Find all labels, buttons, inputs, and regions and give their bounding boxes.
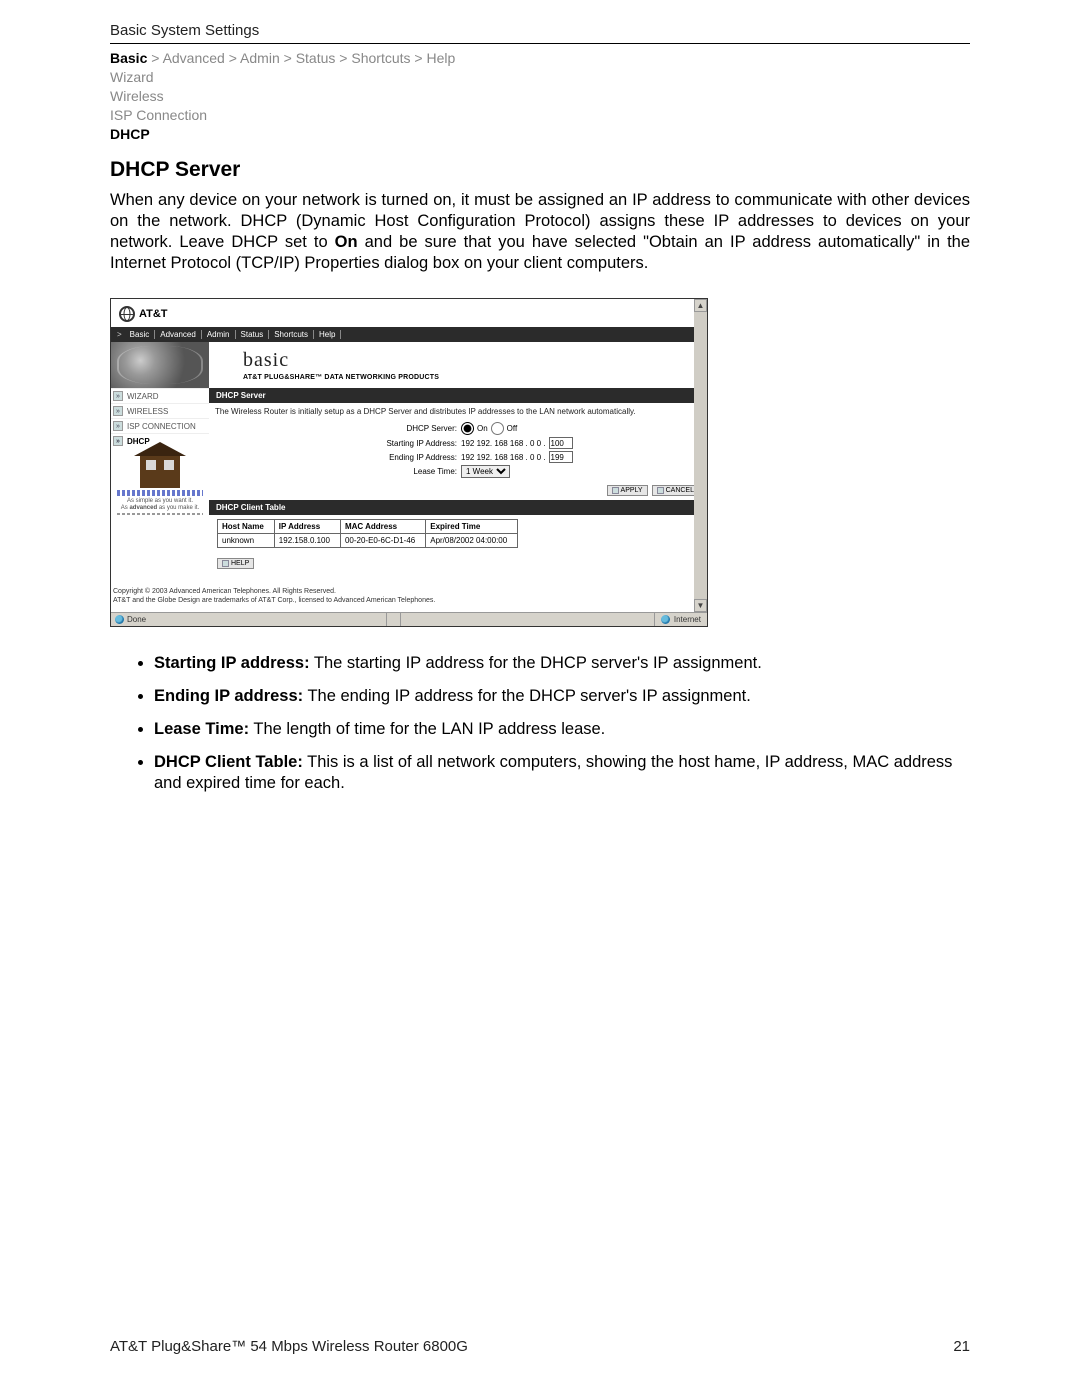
status-text: Done <box>127 615 146 624</box>
brand-text: AT&T <box>139 308 168 320</box>
dhcp-off-radio[interactable] <box>491 422 504 435</box>
dhcp-server-label: DHCP Server: <box>215 424 461 433</box>
zone-text: Internet <box>674 615 701 624</box>
tab-bar: > Basic Advanced Admin Status Shortcuts … <box>111 327 707 342</box>
router-screenshot: AT&T > Basic Advanced Admin Status Short… <box>110 298 708 627</box>
arrow-icon: » <box>113 406 123 416</box>
end-ip-prefix: 192 192. 168 168 . 0 0 . <box>461 453 546 462</box>
end-ip-label: Ending IP Address: <box>215 453 461 462</box>
button-icon <box>222 560 229 567</box>
divider <box>110 43 970 44</box>
scroll-up-button[interactable]: ▲ <box>694 299 707 312</box>
intro-text: When any device on your network is turne… <box>110 190 970 274</box>
crumb-help[interactable]: Help <box>426 50 455 66</box>
ie-icon <box>115 615 124 624</box>
section-heading: DHCP Server <box>110 158 970 182</box>
dhcp-on-text: On <box>477 424 488 433</box>
crumb-basic[interactable]: Basic <box>110 50 147 66</box>
table-row: unknown 192.158.0.100 00-20-E0-6C-D1-46 … <box>218 534 518 548</box>
start-ip-prefix: 192 192. 168 168 . 0 0 . <box>461 439 546 448</box>
cancel-button[interactable]: CANCEL <box>652 485 699 496</box>
copyright: Copyright © 2003 Advanced American Telep… <box>111 578 707 612</box>
button-icon <box>612 487 619 494</box>
page-title: Basic System Settings <box>110 22 970 39</box>
dhcp-server-desc: The Wireless Router is initially setup a… <box>209 403 707 421</box>
bullet-lease-time: Lease Time: The length of time for the L… <box>154 719 970 740</box>
footer-page-number: 21 <box>953 1338 970 1355</box>
subnav-isp-connection[interactable]: ISP Connection <box>110 106 970 125</box>
table-header-row: Host Name IP Address MAC Address Expired… <box>218 520 518 534</box>
nav-isp-connection[interactable]: »ISP CONNECTION <box>111 418 209 433</box>
crumb-status[interactable]: Status <box>296 50 336 66</box>
subnav-wizard[interactable]: Wizard <box>110 68 970 87</box>
left-nav: »WIZARD »WIRELESS »ISP CONNECTION »DHCP <box>111 388 209 448</box>
dhcp-off-text: Off <box>507 424 518 433</box>
apply-button[interactable]: APPLY <box>607 485 648 496</box>
hero-image <box>111 342 209 388</box>
page-footer: AT&T Plug&Share™ 54 Mbps Wireless Router… <box>110 1338 970 1355</box>
tab-advanced[interactable]: Advanced <box>155 330 202 339</box>
decorative-rule <box>117 513 203 515</box>
col-expired-time: Expired Time <box>426 520 518 534</box>
tab-basic[interactable]: Basic <box>125 330 156 339</box>
nav-wireless[interactable]: »WIRELESS <box>111 403 209 418</box>
start-ip-input[interactable] <box>549 437 573 449</box>
col-mac-address: MAC Address <box>340 520 425 534</box>
scroll-down-button[interactable]: ▼ <box>694 599 707 612</box>
arrow-icon: » <box>113 436 123 446</box>
tab-status[interactable]: Status <box>236 330 270 339</box>
bullet-end-ip: Ending IP address: The ending IP address… <box>154 686 970 707</box>
status-bar: Done Internet <box>111 612 707 626</box>
end-ip-input[interactable] <box>549 451 573 463</box>
crumb-admin[interactable]: Admin <box>240 50 280 66</box>
scrollbar[interactable]: ▲ ▼ <box>694 299 707 612</box>
lease-time-label: Lease Time: <box>215 467 461 476</box>
hero-title: basic <box>243 349 707 372</box>
lease-time-select[interactable]: 1 Week <box>461 465 510 478</box>
bullet-start-ip: Starting IP address: The starting IP add… <box>154 653 970 674</box>
crumb-shortcuts[interactable]: Shortcuts <box>351 50 410 66</box>
tagline: As simple as you want it. As advanced as… <box>113 498 207 511</box>
internet-icon <box>661 615 670 624</box>
help-button[interactable]: HELP <box>217 558 254 569</box>
nav-wizard[interactable]: »WIZARD <box>111 388 209 403</box>
dhcp-client-bar: DHCP Client Table <box>209 500 707 515</box>
dhcp-server-bar: DHCP Server <box>209 388 707 403</box>
house-icon <box>140 454 180 488</box>
tab-shortcuts[interactable]: Shortcuts <box>269 330 314 339</box>
crumb-advanced[interactable]: Advanced <box>163 50 225 66</box>
tab-help[interactable]: Help <box>314 330 341 339</box>
button-icon <box>657 487 664 494</box>
globe-icon <box>119 306 135 322</box>
col-host-name: Host Name <box>218 520 275 534</box>
bullet-list: Starting IP address: The starting IP add… <box>154 653 970 795</box>
dhcp-on-radio[interactable] <box>461 422 474 435</box>
footer-product: AT&T Plug&Share™ 54 Mbps Wireless Router… <box>110 1338 468 1355</box>
bullet-client-table: DHCP Client Table: This is a list of all… <box>154 752 970 794</box>
arrow-icon: » <box>113 391 123 401</box>
subnav-wireless[interactable]: Wireless <box>110 87 970 106</box>
start-ip-label: Starting IP Address: <box>215 439 461 448</box>
tab-admin[interactable]: Admin <box>202 330 236 339</box>
breadcrumb: Basic > Advanced > Admin > Status > Shor… <box>110 50 970 66</box>
dhcp-client-table: Host Name IP Address MAC Address Expired… <box>217 519 518 548</box>
subnav-dhcp[interactable]: DHCP <box>110 125 970 144</box>
arrow-icon: » <box>113 421 123 431</box>
subnav: Wizard Wireless ISP Connection DHCP <box>110 68 970 144</box>
col-ip-address: IP Address <box>274 520 340 534</box>
decorative-bars <box>117 490 203 496</box>
hero-subtitle: AT&T PLUG&SHARE™ DATA NETWORKING PRODUCT… <box>243 374 707 381</box>
